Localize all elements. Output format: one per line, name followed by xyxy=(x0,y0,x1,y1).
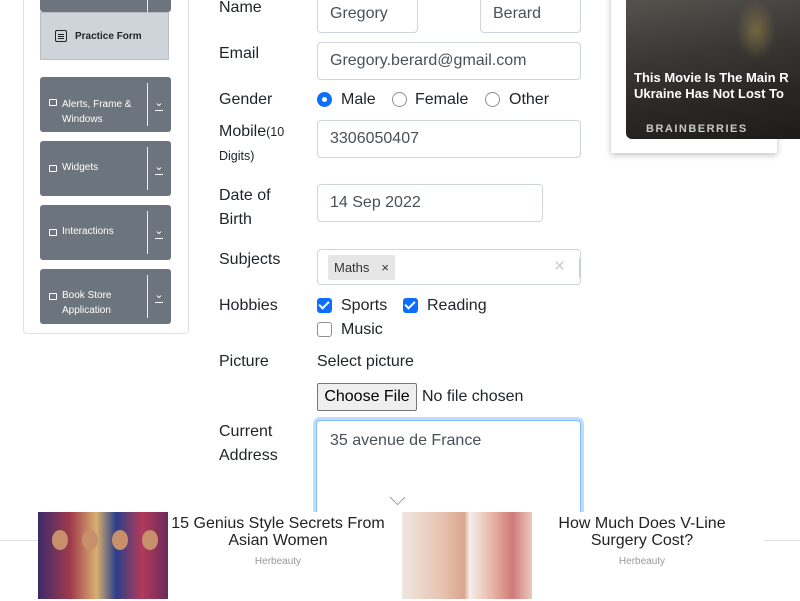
gender-male-label[interactable]: Male xyxy=(341,90,376,110)
sidebar-group-widgets[interactable]: Widgets ⌄ xyxy=(40,141,171,196)
bottom-ad-image-2[interactable] xyxy=(402,512,532,599)
gender-label: Gender xyxy=(219,91,273,108)
side-ad-headline[interactable]: This Movie Is The Main R Ukraine Has Not… xyxy=(634,70,800,102)
figure xyxy=(112,530,128,550)
widgets-icon xyxy=(49,165,57,172)
divider xyxy=(147,0,148,12)
last-name-input[interactable]: Berard xyxy=(480,0,581,33)
bottom-ad-title-1[interactable]: 15 Genius Style Secrets From Asian Women xyxy=(168,515,388,549)
gender-female-radio[interactable] xyxy=(392,92,407,107)
gender-female-label[interactable]: Female xyxy=(415,90,468,110)
form-icon xyxy=(55,30,67,42)
hobby-sports-checkbox[interactable] xyxy=(317,298,332,313)
bottom-ad-title-2[interactable]: How Much Does V-Line Surgery Cost? xyxy=(532,515,752,549)
dob-label: Date of Birth xyxy=(219,187,271,228)
subjects-input[interactable]: Maths × × xyxy=(317,249,581,285)
bottom-ad-source-2: Herbeauty xyxy=(618,556,666,567)
gender-other-radio[interactable] xyxy=(485,92,500,107)
file-status-text: No file chosen xyxy=(422,388,524,405)
mobile-label-text: Mobile xyxy=(219,123,267,140)
hobby-reading-label[interactable]: Reading xyxy=(427,296,487,316)
side-ad-headline-line-1[interactable]: This Movie Is The Main R xyxy=(634,70,800,86)
side-ad-headline-line-2[interactable]: Ukraine Has Not Lost To xyxy=(634,86,800,102)
divider xyxy=(147,275,148,318)
remove-subject-icon[interactable]: × xyxy=(375,255,395,280)
gender-male-radio[interactable] xyxy=(317,92,332,107)
download-arrow-icon[interactable]: ⌄ xyxy=(153,97,165,111)
divider xyxy=(579,258,580,278)
select-picture-label: Select picture xyxy=(317,353,414,370)
sidebar-group-book-store[interactable]: Book Store Application ⌄ xyxy=(40,269,171,324)
divider xyxy=(147,83,148,126)
clear-icon[interactable]: × xyxy=(554,256,565,278)
sidebar-group-forms-header[interactable] xyxy=(40,0,171,12)
figure xyxy=(142,530,158,550)
hobbies-label: Hobbies xyxy=(219,297,278,314)
download-arrow-icon[interactable]: ⌄ xyxy=(153,161,165,175)
sidebar-group-label: Widgets xyxy=(62,162,99,173)
date-of-birth-input[interactable]: 14 Sep 2022 xyxy=(317,184,543,222)
current-address-label: Current Address xyxy=(219,423,278,464)
sidebar-group-alerts[interactable]: Alerts, Frame & Windows ⌄ xyxy=(40,77,171,132)
picture-label: Picture xyxy=(219,353,269,370)
bottom-ad-source-1: Herbeauty xyxy=(254,556,302,567)
sidebar-item-label: Practice Form xyxy=(75,30,142,42)
mobile-label: Mobile(10 Digits) xyxy=(219,120,299,168)
divider xyxy=(147,211,148,254)
hobby-music-checkbox[interactable] xyxy=(317,322,332,337)
hobby-reading-checkbox[interactable] xyxy=(403,298,418,313)
hobby-sports-label[interactable]: Sports xyxy=(341,296,387,316)
divider xyxy=(147,147,148,190)
side-ad-brand: BRAINBERRIES xyxy=(646,123,748,135)
figure xyxy=(82,530,98,550)
sidebar-group-label: Interactions xyxy=(62,226,114,237)
download-arrow-icon[interactable]: ⌄ xyxy=(153,289,165,303)
subject-chip-label: Maths xyxy=(334,260,370,275)
subject-chip: Maths × xyxy=(328,255,395,280)
interactions-icon xyxy=(49,229,57,236)
window-icon xyxy=(49,99,57,106)
sidebar-group-label: Alerts, Frame & Windows xyxy=(62,99,132,125)
sidebar-group-label: Book Store Application xyxy=(62,290,112,316)
email-field[interactable]: Gregory.berard@gmail.com xyxy=(317,42,581,80)
mobile-field[interactable]: 3306050407 xyxy=(317,120,581,158)
first-name-input[interactable]: Gregory xyxy=(317,0,418,33)
name-label: Name xyxy=(219,0,262,16)
sidebar-item-practice-form[interactable]: Practice Form xyxy=(40,12,169,60)
choose-file-button[interactable]: Choose File xyxy=(317,383,417,411)
subjects-label: Subjects xyxy=(219,251,281,268)
sidebar-group-interactions[interactable]: Interactions ⌄ xyxy=(40,205,171,260)
gender-other-label[interactable]: Other xyxy=(509,90,549,110)
figure xyxy=(52,530,68,550)
download-arrow-icon[interactable]: ⌄ xyxy=(153,225,165,239)
book-icon xyxy=(49,293,57,300)
email-label: Email xyxy=(219,45,260,62)
bottom-ad-image-1[interactable] xyxy=(38,512,168,599)
ad-image-highlight xyxy=(736,0,776,60)
hobby-music-label[interactable]: Music xyxy=(341,320,383,340)
